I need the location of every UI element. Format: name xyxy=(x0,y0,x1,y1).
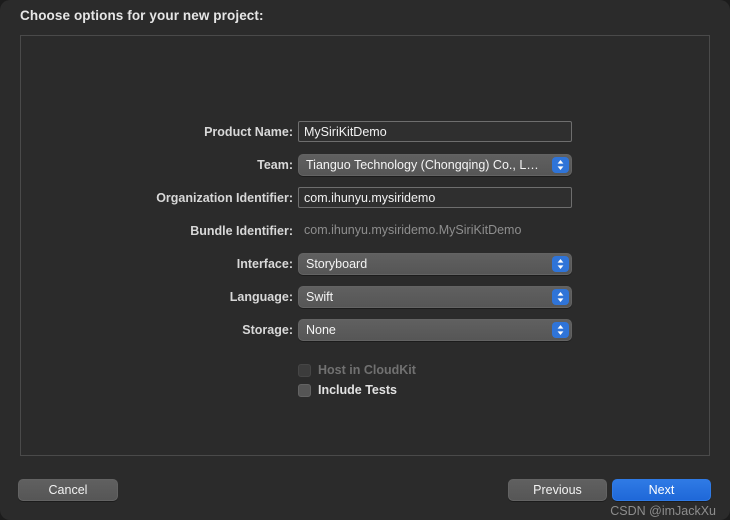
next-button[interactable]: Next xyxy=(612,479,711,501)
control-team: Tianguo Technology (Chongqing) Co., L… xyxy=(298,154,572,176)
control-language: Swift xyxy=(298,286,572,308)
language-popup-button[interactable]: Swift xyxy=(298,286,572,308)
label-language: Language: xyxy=(229,290,293,304)
form-row-bundle-identifier: Bundle Identifier: com.ihunyu.mysiridemo.… xyxy=(21,220,711,253)
storage-selected-value: None xyxy=(306,323,336,337)
label-product-name: Product Name: xyxy=(204,125,293,139)
organization-identifier-input[interactable] xyxy=(298,187,572,208)
form-row-product-name: Product Name: xyxy=(21,121,711,154)
storage-popup-button[interactable]: None xyxy=(298,319,572,341)
control-product-name xyxy=(298,121,572,142)
form-row-language: Language: Swift xyxy=(21,286,711,319)
checkbox-include-tests[interactable] xyxy=(298,383,311,397)
watermark-text: CSDN @imJackXu xyxy=(610,504,716,518)
form-row-storage: Storage: None xyxy=(21,319,711,352)
label-interface: Interface: xyxy=(236,257,293,271)
cancel-button[interactable]: Cancel xyxy=(18,479,118,501)
interface-popup-button[interactable]: Storyboard xyxy=(298,253,572,275)
checkbox-row-include-tests[interactable]: Include Tests xyxy=(298,380,397,400)
checkbox-label-host-in-cloudkit: Host in CloudKit xyxy=(318,363,416,377)
checkbox-label-include-tests: Include Tests xyxy=(318,383,397,397)
checkbox-row-host-in-cloudkit[interactable]: Host in CloudKit xyxy=(298,360,416,380)
team-popup-button[interactable]: Tianguo Technology (Chongqing) Co., L… xyxy=(298,154,572,176)
chevron-up-down-icon xyxy=(552,289,569,305)
language-selected-value: Swift xyxy=(306,290,334,304)
options-form: Product Name: Team: Tianguo Technology (Ch… xyxy=(21,121,711,352)
checkbox-host-in-cloudkit[interactable] xyxy=(298,363,311,377)
label-team: Team: xyxy=(257,158,293,172)
label-bundle-identifier: Bundle Identifier: xyxy=(190,224,293,238)
control-organization-identifier xyxy=(298,187,572,208)
control-interface: Storyboard xyxy=(298,253,572,275)
form-row-interface: Interface: Storyboard xyxy=(21,253,711,286)
control-bundle-identifier: com.ihunyu.mysiridemo.MySiriKitDemo xyxy=(298,220,572,241)
previous-button[interactable]: Previous xyxy=(508,479,607,501)
bundle-identifier-value: com.ihunyu.mysiridemo.MySiriKitDemo xyxy=(304,223,522,237)
options-panel: Product Name: Team: Tianguo Technology (Ch… xyxy=(20,35,710,456)
new-project-options-sheet: Choose options for your new project: Pro… xyxy=(0,0,730,520)
chevron-up-down-icon xyxy=(552,322,569,338)
team-selected-value: Tianguo Technology (Chongqing) Co., L… xyxy=(306,158,539,172)
interface-selected-value: Storyboard xyxy=(306,257,368,271)
chevron-up-down-icon xyxy=(552,157,569,173)
label-storage: Storage: xyxy=(242,323,293,337)
form-row-organization-identifier: Organization Identifier: xyxy=(21,187,711,220)
form-row-team: Team: Tianguo Technology (Chongqing) Co.,… xyxy=(21,154,711,187)
sheet-title: Choose options for your new project: xyxy=(20,8,264,23)
chevron-up-down-icon xyxy=(552,256,569,272)
label-organization-identifier: Organization Identifier: xyxy=(156,191,293,205)
control-storage: None xyxy=(298,319,572,341)
product-name-input[interactable] xyxy=(298,121,572,142)
